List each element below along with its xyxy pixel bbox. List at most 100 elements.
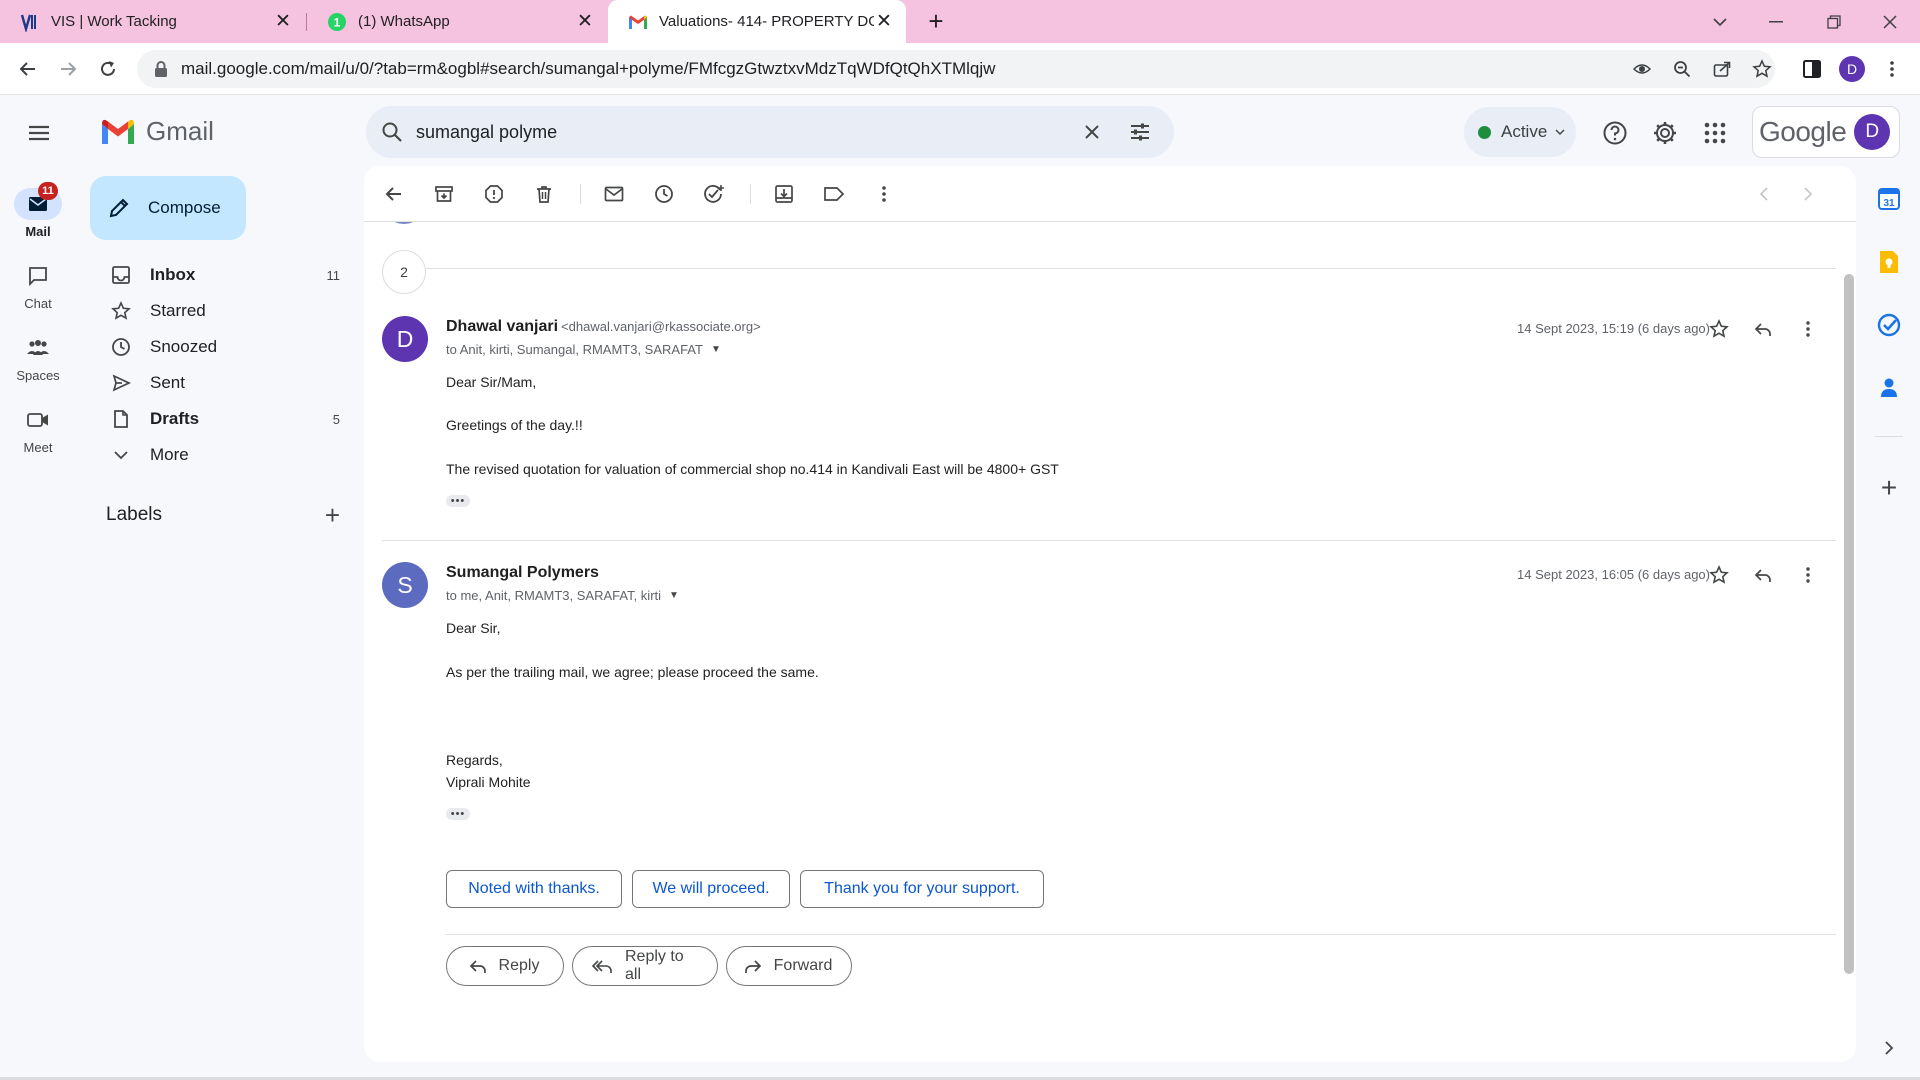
side-panel-icon[interactable]: [1796, 53, 1828, 85]
keep-notes-icon[interactable]: [1873, 246, 1905, 278]
reply-button[interactable]: Reply: [446, 946, 564, 986]
window-close-icon[interactable]: [1862, 0, 1918, 43]
browser-menu-icon[interactable]: [1876, 53, 1908, 85]
star-message-icon[interactable]: [1706, 562, 1732, 588]
gmail-icon: [629, 15, 647, 29]
expand-collapsed-messages-button[interactable]: 2: [382, 250, 426, 294]
mark-unread-icon[interactable]: [600, 180, 628, 208]
message-body-line: Regards,: [446, 752, 503, 768]
nav-drafts[interactable]: Drafts 5: [90, 402, 350, 436]
video-camera-icon: [27, 413, 48, 427]
labels-header: Labels +: [106, 500, 346, 530]
chat-icon: [29, 267, 47, 286]
show-trimmed-content-button[interactable]: •••: [446, 495, 470, 507]
recipients-toggle[interactable]: to Anit, kirti, Sumangal, RMAMT3, SARAFA…: [446, 342, 721, 357]
help-icon[interactable]: [1600, 118, 1630, 148]
nav-inbox[interactable]: Inbox 11: [90, 258, 350, 292]
reply-icon[interactable]: [1750, 562, 1776, 588]
more-options-icon[interactable]: [870, 180, 898, 208]
zoom-icon[interactable]: [1667, 50, 1697, 88]
close-icon[interactable]: ✕: [874, 11, 894, 32]
tab-whatsapp[interactable]: 1 (1) WhatsApp ✕: [307, 0, 607, 43]
minimize-icon[interactable]: [1748, 0, 1804, 43]
smart-reply-thanks-support[interactable]: Thank you for your support.: [800, 870, 1044, 908]
older-conversation-icon[interactable]: [1794, 180, 1822, 208]
reload-icon[interactable]: [92, 53, 124, 85]
message-more-icon[interactable]: [1795, 316, 1821, 342]
newer-conversation-icon[interactable]: [1750, 180, 1778, 208]
recipients-toggle[interactable]: to me, Anit, RMAMT3, SARAFAT, kirti ▼: [446, 588, 679, 603]
calendar-icon[interactable]: 31: [1873, 183, 1905, 215]
rail-spaces[interactable]: Spaces: [0, 332, 76, 383]
address-bar[interactable]: mail.google.com/mail/u/0/?tab=rm&ogbl#se…: [137, 50, 1775, 88]
sender-avatar[interactable]: D: [382, 316, 428, 362]
tracking-eye-icon[interactable]: [1627, 50, 1657, 88]
profile-avatar[interactable]: D: [1836, 53, 1868, 85]
compose-button[interactable]: Compose: [90, 176, 246, 240]
search-icon[interactable]: [380, 120, 404, 144]
smart-reply-proceed[interactable]: We will proceed.: [632, 870, 790, 908]
forward-arrow-icon[interactable]: [52, 53, 84, 85]
tab-title: Valuations- 414- PROPERTY DOC: [659, 13, 874, 30]
search-input[interactable]: [414, 116, 1034, 148]
caret-down-icon: ▼: [710, 344, 721, 355]
smart-reply-noted[interactable]: Noted with thanks.: [446, 870, 622, 908]
delete-trash-icon[interactable]: [530, 180, 558, 208]
label-tag-icon[interactable]: [820, 180, 848, 208]
caret-down-icon: ▼: [669, 590, 679, 601]
nav-snoozed[interactable]: Snoozed: [90, 330, 350, 364]
add-to-tasks-icon[interactable]: [700, 180, 728, 208]
message-body-line: Dear Sir,: [446, 620, 501, 636]
move-to-icon[interactable]: [770, 180, 798, 208]
rail-meet[interactable]: Meet: [0, 404, 76, 455]
snooze-clock-icon[interactable]: [650, 180, 678, 208]
tasks-icon[interactable]: [1873, 309, 1905, 341]
main-menu-icon[interactable]: [24, 118, 54, 148]
bookmark-star-icon[interactable]: [1747, 50, 1777, 88]
tab-gmail-valuations[interactable]: Valuations- 414- PROPERTY DOC ✕: [608, 0, 906, 43]
star-message-icon[interactable]: [1706, 316, 1732, 342]
google-wordmark: Google: [1759, 116, 1847, 147]
restore-icon[interactable]: [1806, 0, 1862, 43]
apps-grid-icon[interactable]: [1700, 118, 1730, 148]
get-addons-icon[interactable]: +: [1873, 472, 1905, 504]
add-label-icon[interactable]: +: [325, 500, 340, 531]
archive-icon[interactable]: [430, 180, 458, 208]
close-icon[interactable]: ✕: [575, 11, 595, 32]
reply-arrow-icon: [469, 960, 486, 973]
scrollbar-thumb[interactable]: [1844, 274, 1854, 974]
google-account-button[interactable]: Google D: [1752, 106, 1900, 158]
forward-button[interactable]: Forward: [726, 946, 852, 986]
rail-mail[interactable]: 11 Mail: [0, 182, 76, 239]
reply-all-button[interactable]: Reply to all: [572, 946, 718, 986]
back-arrow-icon[interactable]: [12, 53, 44, 85]
tab-search-chevron-icon[interactable]: [1692, 0, 1748, 43]
tab-vis-work-tracking[interactable]: VIS | Work Tacking ✕: [0, 0, 305, 43]
vis-logo-icon: [20, 14, 36, 32]
clear-search-icon[interactable]: [1080, 120, 1104, 144]
show-side-panel-icon[interactable]: [1873, 1032, 1905, 1064]
search-options-icon[interactable]: [1128, 120, 1152, 144]
new-tab-button[interactable]: +: [922, 8, 950, 36]
close-icon[interactable]: ✕: [273, 11, 293, 32]
gmail-logo[interactable]: Gmail: [100, 116, 214, 147]
nav-more[interactable]: More: [90, 438, 350, 472]
reply-icon[interactable]: [1750, 316, 1776, 342]
nav-sent[interactable]: Sent: [90, 366, 350, 400]
gmail-wordmark: Gmail: [146, 116, 214, 146]
sender-name[interactable]: Sumangal Polymers: [446, 564, 599, 582]
send-icon: [112, 374, 131, 392]
share-icon[interactable]: [1707, 50, 1737, 88]
rail-chat[interactable]: Chat: [0, 260, 76, 311]
contacts-icon[interactable]: [1873, 372, 1905, 404]
sender-avatar[interactable]: S: [382, 562, 428, 608]
back-to-results-icon[interactable]: [380, 180, 408, 208]
settings-gear-icon[interactable]: [1650, 118, 1680, 148]
report-spam-icon[interactable]: [480, 180, 508, 208]
status-active-button[interactable]: Active: [1464, 107, 1576, 157]
sender-name[interactable]: Dhawal vanjari <dhawal.vanjari@rkassociat…: [446, 318, 761, 336]
status-label: Active: [1501, 122, 1548, 141]
show-trimmed-content-button[interactable]: •••: [446, 808, 470, 820]
nav-starred[interactable]: Starred: [90, 294, 350, 328]
message-more-icon[interactable]: [1795, 562, 1821, 588]
